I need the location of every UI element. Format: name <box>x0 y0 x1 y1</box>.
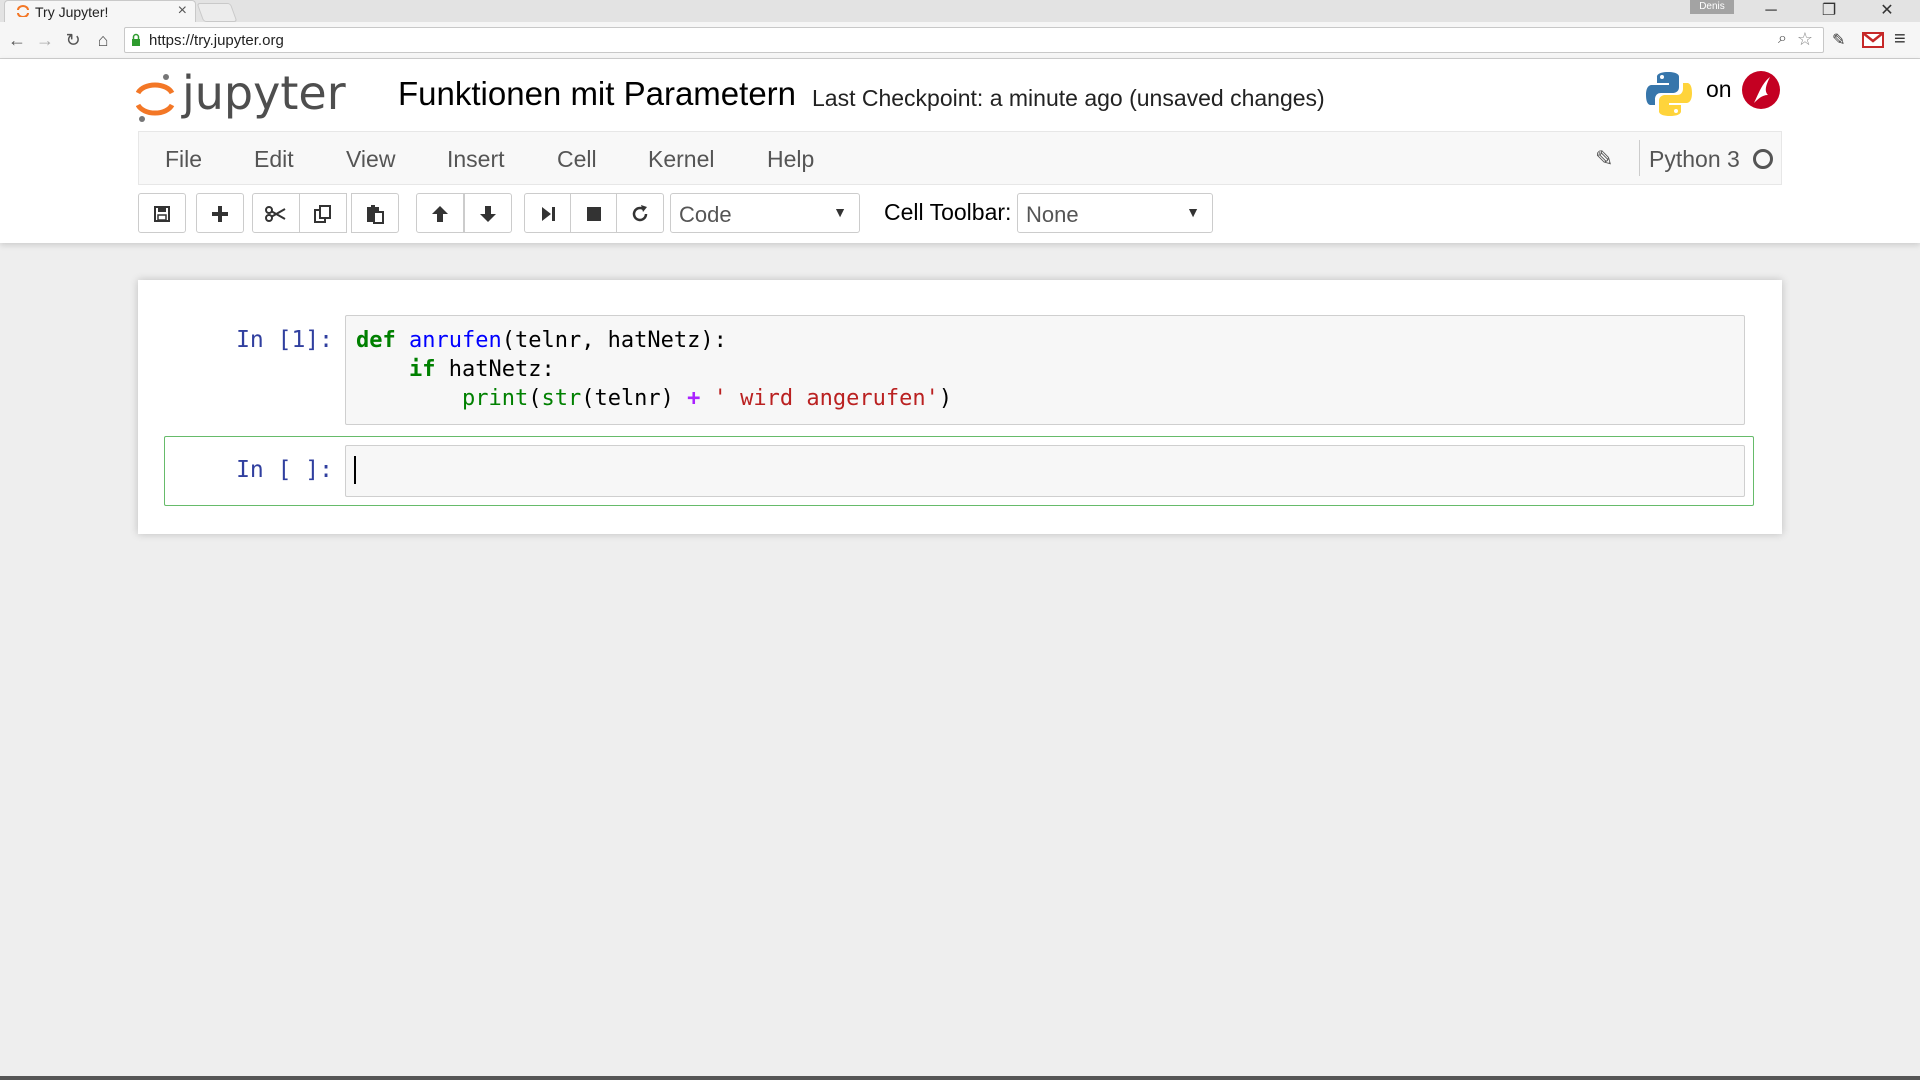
menu-help[interactable]: Help <box>767 146 814 173</box>
jupyter-logo[interactable]: jupyter <box>136 69 376 129</box>
code-editor[interactable] <box>345 445 1745 497</box>
checkpoint-status: Last Checkpoint: a minute ago (unsaved c… <box>812 85 1325 111</box>
profile-badge[interactable]: Denis <box>1690 0 1734 14</box>
scissors-icon <box>265 205 286 222</box>
cell-toolbar-label: Cell Toolbar: <box>884 199 1012 225</box>
cell-toolbar-value: None <box>1026 202 1079 227</box>
copy-icon <box>314 204 331 223</box>
menu-edit[interactable]: Edit <box>254 146 294 173</box>
menubar: File Edit View Insert Cell Kernel Help ✎… <box>138 131 1782 185</box>
url-input[interactable]: https://try.jupyter.org ⌕ ☆ <box>124 27 1824 53</box>
browser-menu-icon[interactable]: ≡ <box>1894 28 1906 51</box>
code-text: def anrufen(telnr, hatNetz): if hatNetz:… <box>356 328 953 411</box>
menu-file[interactable]: File <box>165 146 202 173</box>
save-button[interactable] <box>138 193 186 233</box>
maximize-button[interactable]: ❐ <box>1806 0 1852 22</box>
back-button[interactable]: ← <box>6 29 28 51</box>
menu-divider <box>1639 140 1640 176</box>
code-cell-selected[interactable]: In [ ]: <box>164 436 1754 506</box>
chevron-down-icon: ▼ <box>833 204 847 220</box>
menu-insert[interactable]: Insert <box>447 146 505 173</box>
chevron-down-icon: ▼ <box>1186 204 1200 220</box>
minimize-button[interactable]: ─ <box>1748 0 1794 22</box>
interrupt-kernel-button[interactable] <box>570 193 618 233</box>
notebook-toolbar: Code ▼ Cell Toolbar: None ▼ <box>0 193 1920 237</box>
tab-title: Try Jupyter! <box>35 4 109 20</box>
restart-kernel-button[interactable] <box>616 193 664 233</box>
tab-close-icon[interactable]: × <box>178 2 187 20</box>
input-prompt: In [1]: <box>236 327 333 353</box>
refresh-icon <box>632 204 648 221</box>
reload-button[interactable]: ↻ <box>62 29 84 51</box>
code-cell[interactable]: In [1]: def anrufen(telnr, hatNetz): if … <box>164 314 1754 426</box>
jupyter-logo-text: jupyter <box>181 69 346 120</box>
edit-mode-pencil-icon: ✎ <box>1595 146 1614 171</box>
paste-icon <box>367 204 384 224</box>
copy-button[interactable] <box>299 193 347 233</box>
notebook-title[interactable]: Funktionen mit Parametern <box>398 75 796 113</box>
insert-cell-button[interactable] <box>196 193 244 233</box>
plus-icon <box>212 205 228 222</box>
screen-bottom-edge <box>0 1076 1920 1080</box>
save-icon <box>154 205 170 222</box>
zoom-icon[interactable]: ⌕ <box>1778 30 1787 48</box>
jupyter-header: jupyter Funktionen mit Parametern Last C… <box>0 59 1920 243</box>
python-logo <box>1646 72 1692 116</box>
jupyter-favicon-icon <box>17 5 29 17</box>
forward-button[interactable]: → <box>34 29 56 51</box>
bookmark-star-icon[interactable]: ☆ <box>1797 29 1813 50</box>
menu-view[interactable]: View <box>346 146 395 173</box>
menu-kernel[interactable]: Kernel <box>648 146 714 173</box>
run-cell-button[interactable] <box>524 193 572 233</box>
move-down-button[interactable] <box>464 193 512 233</box>
move-up-button[interactable] <box>416 193 464 233</box>
new-tab-button[interactable] <box>196 3 238 22</box>
cut-button[interactable] <box>252 193 300 233</box>
cell-toolbar-select[interactable]: None ▼ <box>1017 193 1213 233</box>
notebook-container: In [1]: def anrufen(telnr, hatNetz): if … <box>138 280 1782 534</box>
paste-button[interactable] <box>351 193 399 233</box>
kernel-name: Python 3 <box>1649 146 1740 172</box>
stop-icon <box>587 206 601 221</box>
arrow-down-icon <box>480 205 496 222</box>
browser-tab[interactable]: Try Jupyter! × <box>4 0 196 22</box>
input-prompt: In [ ]: <box>236 457 333 483</box>
cell-type-value: Code <box>679 202 732 227</box>
step-forward-icon <box>542 206 555 221</box>
lock-icon <box>132 33 140 46</box>
gmail-icon[interactable] <box>1862 32 1884 48</box>
home-button[interactable]: ⌂ <box>92 29 114 51</box>
cell-type-select[interactable]: Code ▼ <box>670 193 860 233</box>
kernel-idle-indicator-icon <box>1753 149 1773 169</box>
arrow-up-icon <box>432 205 448 222</box>
url-text: https://try.jupyter.org <box>149 32 284 49</box>
rackspace-logo <box>1742 71 1780 109</box>
extension-icon[interactable]: ✎ <box>1832 30 1854 50</box>
menu-cell[interactable]: Cell <box>557 146 597 173</box>
browser-address-bar: ← → ↻ ⌂ https://try.jupyter.org ⌕ ☆ ✎ ≡ <box>0 22 1920 59</box>
code-editor[interactable]: def anrufen(telnr, hatNetz): if hatNetz:… <box>345 315 1745 425</box>
on-label: on <box>1706 76 1732 102</box>
text-cursor <box>354 456 356 484</box>
close-window-button[interactable]: ✕ <box>1864 0 1910 22</box>
browser-tab-bar: Try Jupyter! × Denis ─ ❐ ✕ <box>0 0 1920 23</box>
